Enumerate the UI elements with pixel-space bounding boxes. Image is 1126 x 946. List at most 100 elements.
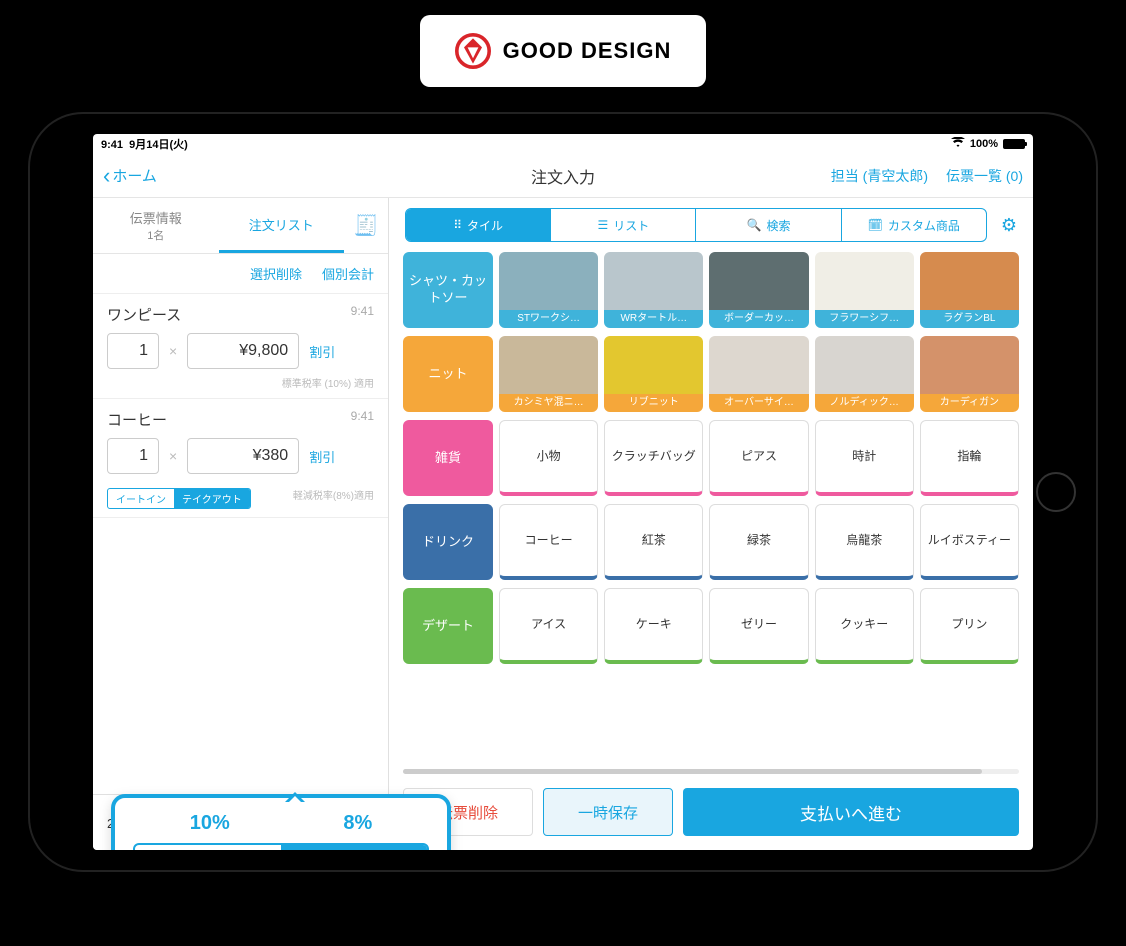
product-label: アイス	[531, 617, 566, 631]
product-image	[815, 336, 914, 394]
product-image	[499, 336, 598, 394]
product-label: 緑茶	[747, 533, 771, 547]
product-tile[interactable]: カシミヤ混ニ…	[499, 336, 598, 412]
view-custom-button[interactable]: 🗓カスタム商品	[841, 209, 986, 241]
product-label: オーバーサイ…	[709, 394, 808, 412]
good-design-text: GOOD DESIGN	[503, 38, 672, 64]
product-tile[interactable]: 時計	[815, 420, 914, 496]
product-tile[interactable]: カーディガン	[920, 336, 1019, 412]
product-label: STワークシ…	[499, 310, 598, 328]
pct-8-label: 8%	[343, 812, 372, 835]
qty-input[interactable]: 1	[107, 333, 159, 369]
left-panel: 伝票情報 1名 注文リスト 🧾 選択削除 個別会計 ワンピース9:41 1 × …	[93, 198, 389, 850]
product-label: 小物	[537, 449, 561, 463]
product-tile[interactable]: オーバーサイ…	[709, 336, 808, 412]
product-label: カーディガン	[920, 394, 1019, 412]
pct-10-label: 10%	[190, 812, 230, 835]
product-tile[interactable]: プリン	[920, 588, 1019, 664]
product-label: プリン	[951, 617, 987, 631]
category-row: シャツ・カットソー STワークシ… WRタートル… ボーダーカッ…フラワーシフ…ラグラ…	[403, 252, 1019, 328]
status-date: 9月14日(火)	[129, 139, 188, 151]
product-tile[interactable]: 烏龍茶	[815, 504, 914, 580]
category-row: ニットカシミヤ混ニ… リブニットオーバーサイ… ノルディック… カーディガン	[403, 336, 1019, 412]
individual-checkout-button[interactable]: 個別会計	[322, 264, 374, 283]
view-list-button[interactable]: ☰リスト	[550, 209, 695, 241]
callout-toggle[interactable]: イートイン テイクアウト	[133, 843, 429, 850]
product-label: WRタートル…	[604, 310, 703, 328]
product-tile[interactable]: クッキー	[815, 588, 914, 664]
product-tile[interactable]: リブニット	[604, 336, 703, 412]
product-label: ピアス	[741, 449, 777, 463]
order-item[interactable]: コーヒー9:41 1 × ¥380 割引 イートイン テイクアウト 軽減税率(8…	[93, 399, 388, 518]
category-label[interactable]: ニット	[403, 336, 493, 412]
discount-button[interactable]: 割引	[309, 447, 335, 466]
save-temp-button[interactable]: 一時保存	[543, 788, 673, 836]
product-label: ノルディック…	[815, 394, 914, 412]
category-label[interactable]: 雑貨	[403, 420, 493, 496]
scroll-indicator[interactable]	[403, 769, 1019, 774]
product-tile[interactable]: フラワーシフ…	[815, 252, 914, 328]
product-image	[604, 252, 703, 310]
product-tile[interactable]: ラグランBL	[920, 252, 1019, 328]
product-tile[interactable]: STワークシ…	[499, 252, 598, 328]
product-tile[interactable]: 小物	[499, 420, 598, 496]
product-tile[interactable]: 指輪	[920, 420, 1019, 496]
product-tile[interactable]: アイス	[499, 588, 598, 664]
qty-input[interactable]: 1	[107, 438, 159, 474]
product-tile[interactable]: ルイボスティー	[920, 504, 1019, 580]
eat-in-option[interactable]: イートイン	[108, 489, 174, 508]
product-tile[interactable]: ノルディック…	[815, 336, 914, 412]
product-tile[interactable]: ボーダーカッ…	[709, 252, 808, 328]
screen: 9:41 9月14日(火) 100% ‹ホーム 注文入力 担当 (青空太郎) 伝…	[93, 134, 1033, 850]
good-design-badge: GOOD DESIGN	[420, 15, 707, 87]
callout-eat-in[interactable]: イートイン	[135, 845, 281, 850]
home-button[interactable]	[1036, 472, 1076, 512]
product-tile[interactable]: ケーキ	[604, 588, 703, 664]
back-button[interactable]: ‹ホーム	[103, 163, 157, 189]
product-tile[interactable]: 緑茶	[709, 504, 808, 580]
discount-button[interactable]: 割引	[309, 342, 335, 361]
search-icon: 🔍	[747, 218, 762, 232]
tab-slip-info[interactable]: 伝票情報 1名	[93, 198, 219, 253]
receipt-icon[interactable]: 🧾	[344, 198, 388, 253]
product-label: コーヒー	[525, 533, 573, 547]
product-label: 烏龍茶	[846, 533, 882, 547]
category-label[interactable]: ドリンク	[403, 504, 493, 580]
slips-link[interactable]: 伝票一覧 (0)	[946, 166, 1023, 186]
delete-selected-button[interactable]: 選択削除	[250, 264, 302, 283]
tablet-frame: 9:41 9月14日(火) 100% ‹ホーム 注文入力 担当 (青空太郎) 伝…	[28, 112, 1098, 872]
product-image	[815, 252, 914, 310]
proceed-payment-button[interactable]: 支払いへ進む	[683, 788, 1019, 836]
order-item-name: ワンピース	[107, 304, 181, 325]
category-label[interactable]: デザート	[403, 588, 493, 664]
page-title: 注文入力	[531, 164, 595, 188]
order-item-name: コーヒー	[107, 409, 167, 430]
view-segmented-control: ⠿タイル ☰リスト 🔍検索 🗓カスタム商品	[405, 208, 987, 242]
product-label: 時計	[852, 449, 876, 463]
product-label: リブニット	[604, 394, 703, 412]
battery-icon	[1003, 139, 1025, 149]
category-row: デザート アイス ケーキ ゼリークッキー プリン	[403, 588, 1019, 664]
callout-take-out[interactable]: テイクアウト	[281, 845, 427, 850]
staff-link[interactable]: 担当 (青空太郎)	[831, 166, 928, 186]
product-label: 紅茶	[642, 533, 666, 547]
price-input[interactable]: ¥9,800	[187, 333, 299, 369]
product-label: ケーキ	[636, 617, 672, 631]
eat-toggle[interactable]: イートイン テイクアウト	[107, 488, 251, 509]
product-tile[interactable]: クラッチバッグ	[604, 420, 703, 496]
product-tile[interactable]: コーヒー	[499, 504, 598, 580]
take-out-option[interactable]: テイクアウト	[174, 489, 250, 508]
product-image	[709, 252, 808, 310]
order-item[interactable]: ワンピース9:41 1 × ¥9,800 割引 標準税率 (10%) 適用	[93, 294, 388, 399]
product-tile[interactable]: ピアス	[709, 420, 808, 496]
gear-icon[interactable]: ⚙	[1001, 215, 1017, 236]
tab-order-list[interactable]: 注文リスト	[219, 198, 345, 253]
view-search-button[interactable]: 🔍検索	[695, 209, 840, 241]
product-tile[interactable]: WRタートル…	[604, 252, 703, 328]
product-tile[interactable]: ゼリー	[709, 588, 808, 664]
product-tile[interactable]: 紅茶	[604, 504, 703, 580]
tax-rate-callout: 10% 8% イートイン テイクアウト 軽減税率対応	[111, 794, 451, 850]
price-input[interactable]: ¥380	[187, 438, 299, 474]
category-label[interactable]: シャツ・カットソー	[403, 252, 493, 328]
view-tile-button[interactable]: ⠿タイル	[406, 209, 550, 241]
